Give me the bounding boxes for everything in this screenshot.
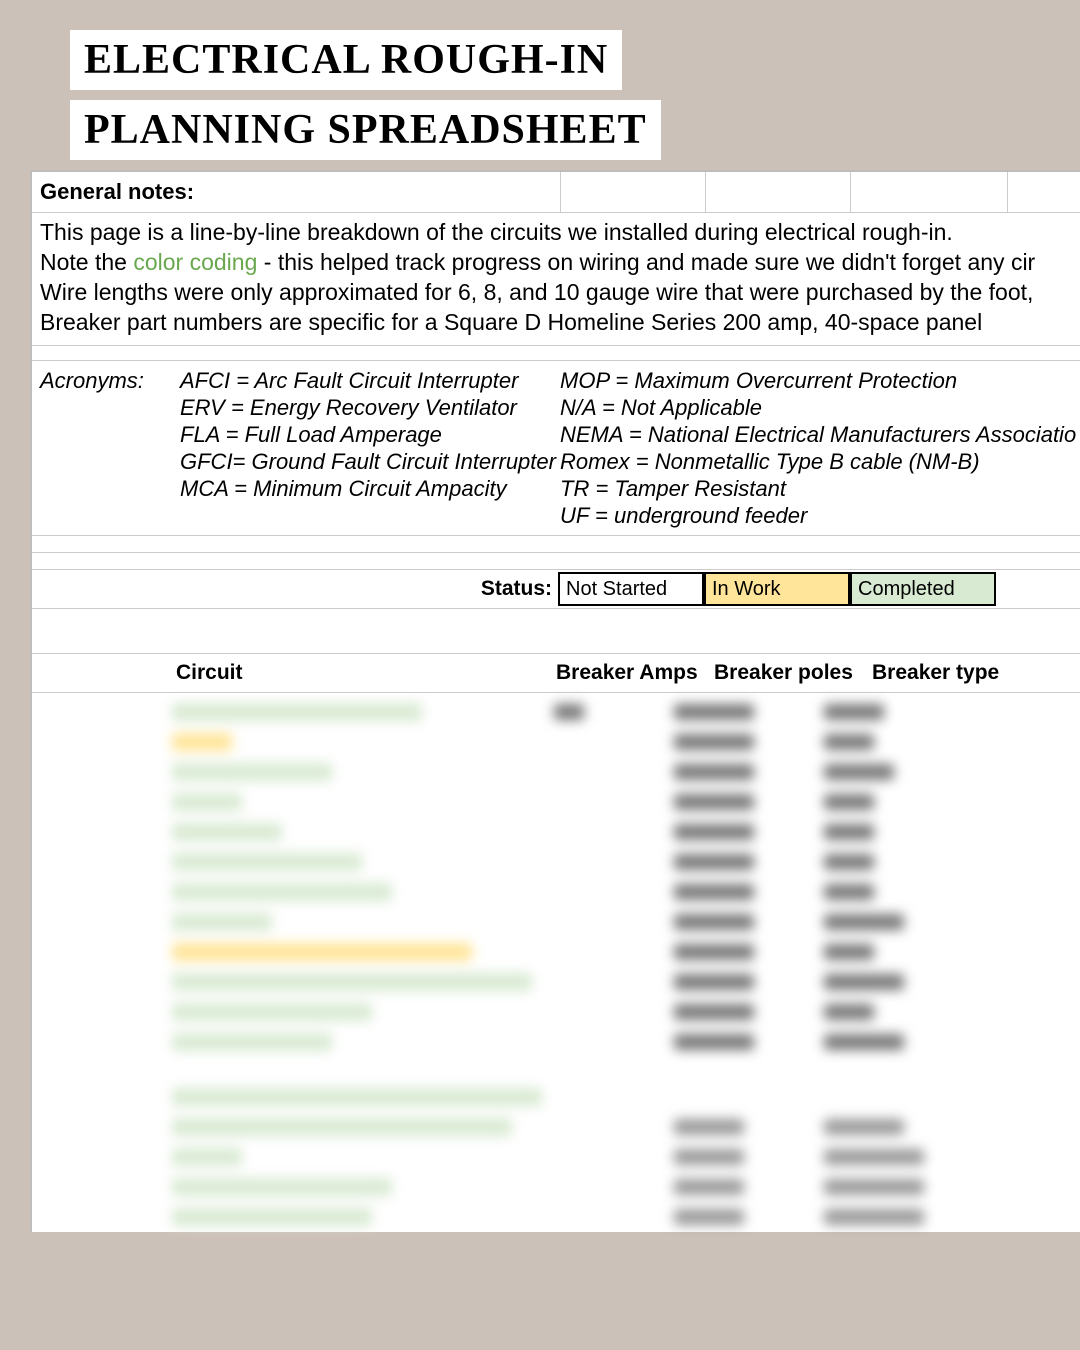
blurred-data-rows: [32, 693, 1080, 1231]
empty-cell: [706, 172, 851, 212]
column-headers: Circuit Breaker Amps Breaker poles Break…: [32, 654, 1080, 693]
acronyms-col-1: AFCI = Arc Fault Circuit Interrupter ERV…: [180, 361, 560, 535]
spacer-row: [32, 609, 1080, 654]
col-circuit: Circuit: [172, 654, 556, 692]
status-legend-row: Status: Not Started In Work Completed: [32, 570, 1080, 609]
acronyms-row: Acronyms: AFCI = Arc Fault Circuit Inter…: [32, 361, 1080, 536]
general-notes-header-row: General notes:: [32, 172, 1080, 213]
title-line-1: Electrical Rough-In: [70, 30, 622, 90]
empty-cell: [32, 654, 172, 692]
spreadsheet: General notes: This page is a line-by-li…: [30, 170, 1080, 1232]
title-line-2: Planning Spreadsheet: [70, 100, 661, 160]
status-in-work: In Work: [704, 572, 850, 606]
empty-cell: [561, 172, 706, 212]
col-breaker-poles: Breaker poles: [714, 654, 872, 692]
notes-line-4: Breaker part numbers are specific for a …: [40, 307, 1080, 337]
page-title-block: Electrical Rough-In Planning Spreadsheet: [0, 0, 1080, 170]
status-completed: Completed: [850, 572, 996, 606]
acronyms-label: Acronyms:: [32, 361, 180, 535]
notes-line-2: Note the color coding - this helped trac…: [40, 247, 1080, 277]
empty-cell: [851, 172, 1008, 212]
color-coding-text: color coding: [133, 249, 257, 275]
spacer-row: [32, 346, 1080, 361]
col-breaker-type: Breaker type: [872, 654, 1030, 692]
notes-line-3: Wire lengths were only approximated for …: [40, 277, 1080, 307]
general-notes-heading: General notes:: [32, 172, 561, 212]
general-notes-body: This page is a line-by-line breakdown of…: [32, 213, 1080, 346]
acronyms-col-2: MOP = Maximum Overcurrent Protection N/A…: [560, 361, 1080, 535]
status-label: Status:: [32, 577, 558, 601]
status-not-started: Not Started: [558, 572, 704, 606]
spacer-row: [32, 553, 1080, 570]
spacer-row: [32, 536, 1080, 553]
notes-line-1: This page is a line-by-line breakdown of…: [40, 217, 1080, 247]
col-breaker-amps: Breaker Amps: [556, 654, 714, 692]
